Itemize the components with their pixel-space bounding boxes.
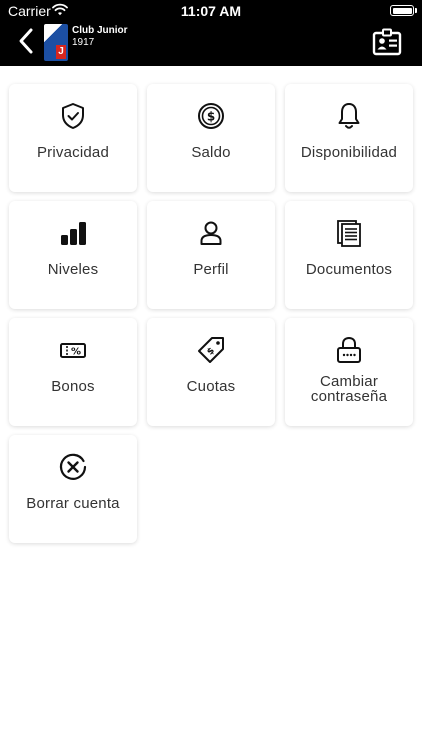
tile-perfil[interactable]: Perfil (147, 201, 275, 309)
tile-borrar-cuenta[interactable]: Borrar cuenta (9, 435, 137, 543)
id-card-icon (372, 28, 402, 56)
tile-label: Documentos (305, 261, 393, 278)
clock: 11:07 AM (180, 3, 242, 19)
coupon-percent-icon: % (57, 334, 89, 366)
club-logo-letter: J (56, 45, 66, 59)
tile-label: Bonos (51, 378, 95, 395)
club-name: Club Junior (72, 25, 128, 36)
bell-icon (333, 100, 365, 132)
back-button[interactable] (14, 26, 40, 56)
tile-label: Borrar cuenta (26, 495, 120, 512)
tile-niveles[interactable]: Niveles (9, 201, 137, 309)
tile-label: Perfil (193, 261, 229, 278)
club-year: 1917 (72, 37, 95, 48)
price-tag-icon: $ (195, 334, 227, 366)
tile-disponibilidad[interactable]: Disponibilidad (285, 84, 413, 192)
club-logo: J (44, 24, 68, 61)
tile-privacidad[interactable]: Privacidad (9, 84, 137, 192)
circle-x-icon (57, 451, 89, 483)
tile-label: Saldo (191, 144, 231, 161)
tile-label: Cuotas (186, 378, 236, 395)
tile-label: Privacidad (36, 144, 110, 161)
status-bar: Carrier 11:07 AM (0, 0, 422, 22)
tile-saldo[interactable]: $ Saldo (147, 84, 275, 192)
tile-cuotas[interactable]: $ Cuotas (147, 318, 275, 426)
tile-label: Niveles (47, 261, 99, 278)
documents-icon (333, 217, 365, 249)
bar-levels-icon (57, 217, 89, 249)
tile-cambiar-contrasena[interactable]: Cambiar contraseña (285, 318, 413, 426)
svg-text:$: $ (207, 110, 215, 124)
battery-icon (390, 5, 414, 16)
tile-label: Disponibilidad (300, 144, 398, 161)
tile-bonos[interactable]: % Bonos (9, 318, 137, 426)
lock-icon (333, 334, 365, 366)
tile-label: Cambiar contraseña (310, 373, 388, 405)
id-card-button[interactable] (372, 28, 402, 56)
dollar-coin-icon: $ (195, 100, 227, 132)
top-bar: Carrier 11:07 AM J Club Junior 1917 (0, 0, 422, 66)
battery-cap (415, 8, 417, 13)
svg-text:%: % (71, 347, 81, 358)
shield-check-icon (57, 100, 89, 132)
user-icon (195, 217, 227, 249)
chevron-left-icon (19, 28, 33, 54)
tile-documentos[interactable]: Documentos (285, 201, 413, 309)
